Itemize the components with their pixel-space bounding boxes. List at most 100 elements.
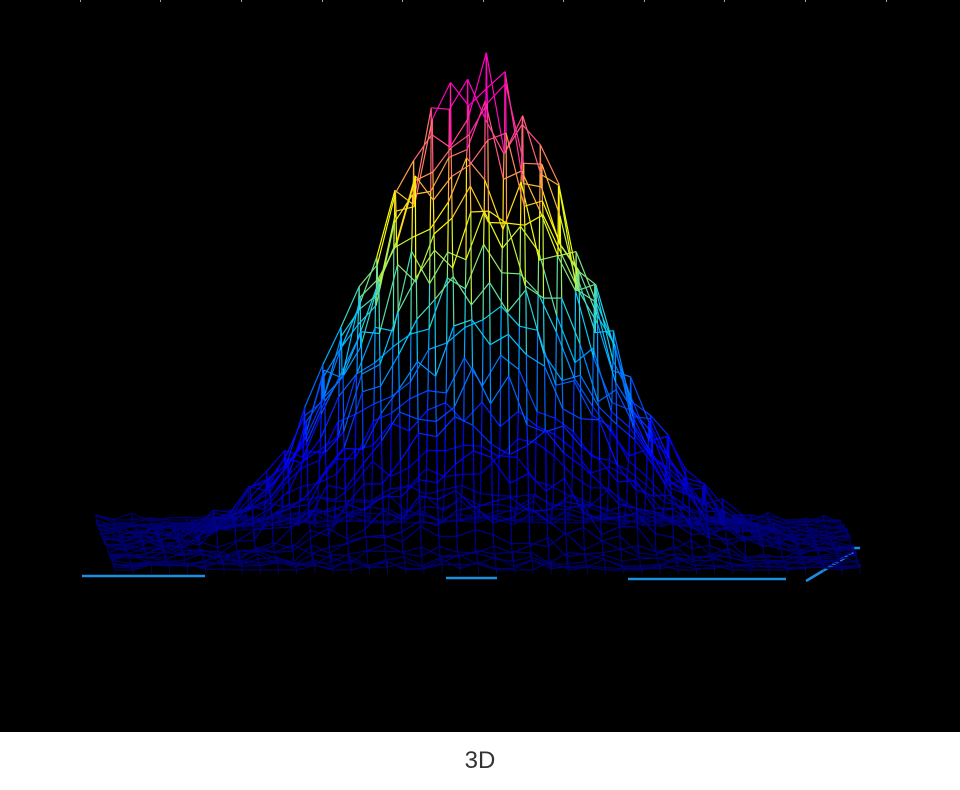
surface-mesh-line <box>426 467 445 478</box>
surface-mesh-line <box>328 547 331 554</box>
surface-mesh-line <box>505 133 508 224</box>
surface-mesh-line <box>221 556 223 563</box>
surface-mesh-line <box>559 216 562 245</box>
surface-mesh-line <box>298 518 300 526</box>
surface-mesh-line <box>838 555 841 565</box>
surface-plot <box>82 52 861 583</box>
surface-mesh-line <box>677 565 696 570</box>
surface-mesh-line <box>535 411 538 426</box>
surface-mesh-line <box>344 489 347 506</box>
surface-mesh-line <box>579 343 581 376</box>
surface-mesh-line <box>382 495 401 498</box>
surface-mesh-line <box>524 285 527 290</box>
surface-mesh-line <box>822 515 825 521</box>
surface-mesh-line <box>803 557 805 568</box>
surface-mesh-line <box>638 545 640 557</box>
surface-mesh-line <box>668 458 671 470</box>
surface-mesh-line <box>250 496 252 503</box>
surface-mesh-line <box>403 551 405 557</box>
surface-mesh-line <box>326 485 329 512</box>
surface-mesh-line <box>602 548 622 554</box>
surface-mesh-line <box>410 237 413 252</box>
surface-mesh-line <box>370 506 389 510</box>
surface-mesh-line <box>470 211 472 306</box>
surface-mesh-line <box>428 342 447 351</box>
surface-mesh-line <box>554 417 574 433</box>
surface-mesh-line <box>131 513 133 523</box>
surface-mesh-line <box>523 182 542 188</box>
surface-mesh-line <box>431 134 451 148</box>
surface-mesh-line <box>545 430 547 492</box>
surface-mesh-line <box>554 418 556 435</box>
surface-mesh-line <box>524 214 544 226</box>
surface-mesh-line <box>223 568 243 571</box>
surface-mesh-line <box>709 545 711 555</box>
surface-mesh-line <box>663 496 666 503</box>
surface-mesh-line <box>557 183 560 257</box>
surface-mesh-line <box>113 512 133 520</box>
surface-mesh-line <box>555 331 557 386</box>
surface-mesh-line <box>579 375 582 419</box>
surface-mesh-line <box>438 536 440 547</box>
surface-mesh-line <box>292 544 295 562</box>
surface-mesh-line <box>429 251 449 284</box>
surface-mesh-line <box>318 449 321 461</box>
surface-mesh-line <box>452 211 472 269</box>
surface-mesh-line <box>468 134 471 165</box>
surface-mesh-line <box>524 225 526 287</box>
surface-mesh-line <box>435 421 438 437</box>
surface-mesh-line <box>573 380 593 416</box>
surface-mesh-line <box>620 544 639 550</box>
surface-mesh-line <box>501 229 504 249</box>
surface-mesh-line <box>459 561 479 570</box>
surface-mesh-line <box>516 493 535 498</box>
surface-mesh-line <box>488 211 491 283</box>
surface-mesh-line <box>361 391 364 450</box>
surface-mesh-line <box>449 118 469 148</box>
surface-mesh-line <box>433 250 436 300</box>
surface-mesh-line <box>445 392 447 403</box>
surface-mesh-line <box>343 431 345 448</box>
surface-mesh-line <box>400 496 402 520</box>
surface-mesh-line <box>416 298 436 320</box>
surface-mesh-line <box>810 527 813 538</box>
surface-mesh-line <box>392 330 394 347</box>
surface-mesh-line <box>649 414 670 436</box>
surface-mesh-line <box>652 453 654 466</box>
surface-mesh-line <box>615 382 617 390</box>
surface-mesh-line <box>489 333 509 346</box>
surface-mesh-line <box>501 248 503 273</box>
surface-mesh-line <box>544 366 546 433</box>
surface-mesh-line <box>177 528 180 542</box>
surface-mesh-line <box>512 551 515 567</box>
surface-mesh-line <box>407 468 427 488</box>
surface-mesh-line <box>307 494 309 505</box>
surface-mesh-line <box>409 381 411 399</box>
surface-mesh-line <box>324 401 327 453</box>
surface-mesh-line <box>455 490 458 511</box>
surface-mesh-line <box>556 255 558 317</box>
surface-mesh-line <box>305 421 308 443</box>
surface-mesh-line <box>611 370 613 403</box>
surface-mesh-line <box>366 543 386 552</box>
surface-mesh-line <box>499 426 501 458</box>
surface-mesh-line <box>454 464 457 491</box>
surface-mesh-line <box>362 385 381 393</box>
surface-mesh-line <box>591 455 610 462</box>
surface-mesh-line <box>574 290 577 363</box>
surface-mesh-line <box>687 486 689 496</box>
surface-mesh-line <box>562 374 581 382</box>
surface-mesh-line <box>610 410 630 429</box>
surface-mesh-line <box>537 293 557 333</box>
surface-mesh-line <box>214 519 217 529</box>
surface-mesh-line <box>659 563 679 571</box>
surface-mesh-line <box>384 534 403 543</box>
surface-mesh-line <box>502 153 505 180</box>
surface-mesh-line <box>708 532 711 546</box>
surface-mesh-line <box>846 528 849 536</box>
surface-mesh-line <box>633 426 636 440</box>
surface-mesh-line <box>542 298 545 355</box>
surface-mesh-line <box>596 323 599 402</box>
surface-mesh-line <box>340 286 360 328</box>
surface-mesh-line <box>489 344 492 404</box>
